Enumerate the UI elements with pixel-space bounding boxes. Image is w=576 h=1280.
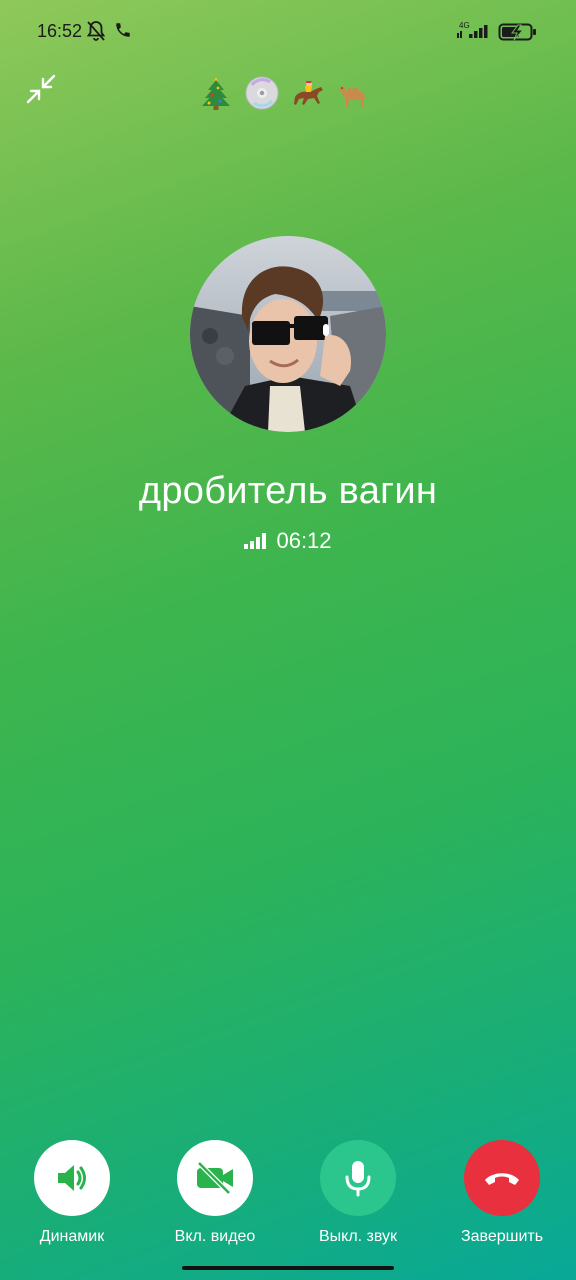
minimize-arrows-icon bbox=[26, 74, 56, 104]
horse-racing-icon bbox=[294, 81, 323, 105]
phone-icon bbox=[114, 20, 132, 45]
battery-charging-icon bbox=[498, 21, 538, 48]
signal-bars-icon bbox=[244, 533, 267, 549]
video-off-icon bbox=[197, 1161, 233, 1195]
minimize-button[interactable] bbox=[24, 72, 58, 106]
signal-icon: 4G bbox=[455, 20, 493, 47]
camel-icon bbox=[339, 86, 365, 107]
speaker-button[interactable]: Динамик bbox=[12, 1140, 132, 1246]
status-bar: 16:52 4G bbox=[0, 0, 576, 64]
speaker-label: Динамик bbox=[39, 1228, 105, 1245]
dvd-icon bbox=[245, 76, 279, 110]
christmas-tree-icon bbox=[202, 77, 230, 110]
network-label: 4G bbox=[459, 21, 470, 30]
end-call-label: Завершить bbox=[460, 1228, 544, 1245]
video-label: Вкл. видео bbox=[174, 1228, 256, 1245]
end-call-icon bbox=[485, 1173, 519, 1185]
microphone-icon bbox=[345, 1161, 371, 1197]
call-controls: Динамик Вкл. видео Выкл. звук Завершить bbox=[0, 1140, 576, 1250]
video-button[interactable]: Вкл. видео bbox=[155, 1140, 275, 1246]
contact-avatar bbox=[190, 236, 386, 432]
encryption-key-emojis[interactable] bbox=[198, 73, 378, 113]
call-status: 06:12 bbox=[0, 528, 576, 554]
bell-off-icon bbox=[86, 20, 106, 47]
home-indicator[interactable] bbox=[182, 1266, 394, 1270]
mute-label: Выкл. звук bbox=[318, 1228, 398, 1245]
mute-button[interactable]: Выкл. звук bbox=[298, 1140, 418, 1246]
speaker-icon bbox=[58, 1165, 86, 1191]
call-duration: 06:12 bbox=[276, 528, 332, 553]
status-time: 16:52 bbox=[37, 21, 83, 41]
contact-name: дробитель вагин bbox=[138, 470, 438, 512]
end-call-button[interactable]: Завершить bbox=[442, 1140, 562, 1246]
